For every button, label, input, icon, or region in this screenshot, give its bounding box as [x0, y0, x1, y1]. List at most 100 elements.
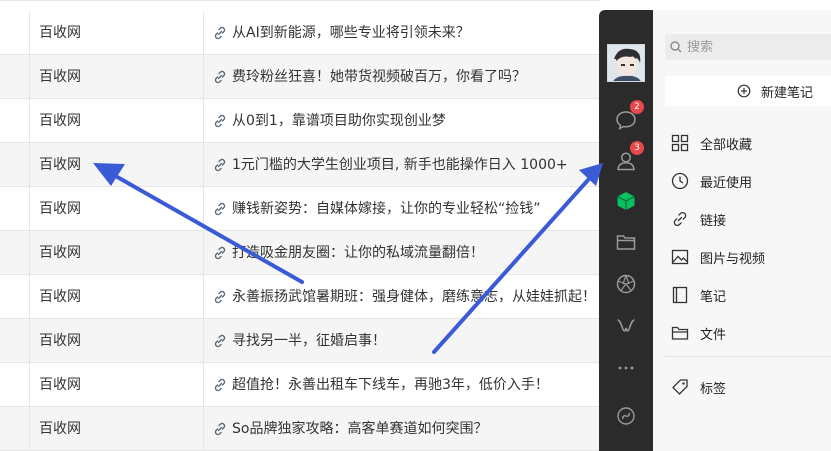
row-title-link[interactable]: 打造吸金朋友圈：让你的私域流量翻倍！	[232, 231, 484, 275]
nav-media[interactable]: 图片与视频	[670, 245, 765, 269]
search-box[interactable]	[665, 34, 831, 60]
table-row[interactable]: 百收网 从0到1，靠谱项目助你实现创业梦	[0, 99, 600, 143]
table-row[interactable]: 百收网 永善振扬武馆暑期班：强身健体，磨练意志，从娃娃抓起！	[0, 275, 600, 319]
column-divider	[203, 99, 204, 142]
avatar[interactable]	[607, 44, 645, 82]
row-source: 百收网	[39, 333, 81, 349]
row-source: 百收网	[39, 69, 81, 85]
row-title[interactable]: 打造吸金朋友圈：让你的私域流量翻倍！	[212, 231, 484, 275]
plus-circle-icon	[737, 84, 751, 98]
row-title-link[interactable]: 费玲粉丝狂喜！她带货视频破百万，你看了吗？	[232, 55, 526, 99]
unread-badge: 3	[630, 141, 644, 155]
table-row[interactable]: 百收网 费玲粉丝狂喜！她带货视频破百万，你看了吗？	[0, 55, 600, 99]
column-divider	[203, 55, 204, 98]
row-title[interactable]: 超值抢！永善出租车下线车，再驰3年，低价入手！	[212, 363, 549, 407]
nav-notes[interactable]: 笔记	[670, 283, 726, 307]
channels-button[interactable]	[612, 402, 640, 430]
tag-icon	[670, 377, 690, 397]
link-icon	[214, 334, 226, 348]
nav-files[interactable]: 文件	[670, 321, 726, 345]
row-source: 百收网	[39, 157, 81, 173]
column-divider	[29, 363, 30, 406]
row-title[interactable]: 赚钱新姿势：自媒体嫁接，让你的专业轻松“捡钱”	[212, 187, 541, 231]
column-divider	[203, 363, 204, 406]
row-source: 百收网	[39, 377, 81, 393]
column-divider	[29, 11, 30, 54]
row-title[interactable]: 从AI到新能源，哪些专业将引领未来？	[212, 11, 470, 55]
table-row[interactable]: 百收网 赚钱新姿势：自媒体嫁接，让你的专业轻松“捡钱”	[0, 187, 600, 231]
column-divider	[203, 187, 204, 230]
column-divider	[203, 143, 204, 186]
column-divider	[29, 319, 30, 362]
link-icon	[214, 158, 226, 172]
link-icon	[214, 246, 226, 260]
moments-button[interactable]	[612, 270, 640, 298]
link-icon	[214, 114, 226, 128]
contacts-button[interactable]: 3	[612, 141, 644, 175]
files-button[interactable]	[612, 228, 640, 256]
row-title-link[interactable]: 从0到1，靠谱项目助你实现创业梦	[232, 99, 446, 143]
table-row[interactable]: 百收网 打造吸金朋友圈：让你的私域流量翻倍！	[0, 231, 600, 275]
image-icon	[670, 247, 690, 267]
avatar-image	[608, 45, 644, 81]
table-row[interactable]: 百收网 从AI到新能源，哪些专业将引领未来？	[0, 11, 600, 55]
row-title[interactable]: 从0到1，靠谱项目助你实现创业梦	[212, 99, 446, 143]
nav-all-favorites[interactable]: 全部收藏	[670, 131, 752, 155]
nav-label: 全部收藏	[700, 137, 753, 153]
favorites-sidebar: 新建笔记 全部收藏 最近使用 链接 图片与视频 笔记 文件 标签	[653, 10, 831, 451]
nav-recent[interactable]: 最近使用	[670, 169, 752, 193]
row-title-link[interactable]: 赚钱新姿势：自媒体嫁接，让你的专业轻松“捡钱”	[232, 187, 541, 231]
link-icon	[214, 26, 226, 40]
nav-label: 最近使用	[700, 175, 753, 191]
row-title[interactable]: 寻找另一半，征婚启事！	[212, 319, 386, 363]
more-button[interactable]	[612, 354, 640, 382]
column-divider	[203, 407, 204, 450]
aperture-icon	[616, 274, 636, 294]
table-row[interactable]: 百收网 1元门槛的大学生创业项目, 新手也能操作日入 1000+	[0, 143, 600, 187]
link-icon	[214, 70, 226, 84]
row-title[interactable]: 永善振扬武馆暑期班：强身健体，磨练意志，从娃娃抓起！	[212, 275, 596, 319]
row-source: 百收网	[39, 25, 81, 41]
column-divider	[29, 55, 30, 98]
icon-rail: 2 3	[599, 10, 653, 451]
chat-button[interactable]: 2	[612, 100, 644, 134]
search-icon	[670, 41, 682, 53]
link-icon	[214, 422, 226, 436]
row-title[interactable]: 1元门槛的大学生创业项目, 新手也能操作日入 1000+	[212, 143, 568, 187]
column-divider	[203, 319, 204, 362]
row-title[interactable]: So品牌独家攻略：高客单赛道如何突围？	[212, 407, 487, 451]
row-title-link[interactable]: 从AI到新能源，哪些专业将引领未来？	[232, 11, 470, 55]
row-title-link[interactable]: 永善振扬武馆暑期班：强身健体，磨练意志，从娃娃抓起！	[232, 275, 596, 319]
nav-label: 链接	[700, 213, 727, 229]
channels-icon	[617, 407, 635, 425]
search-input[interactable]	[687, 39, 827, 55]
table-row[interactable]: 百收网 So品牌独家攻略：高客单赛道如何突围？	[0, 407, 600, 451]
link-icon	[214, 202, 226, 216]
row-title-link[interactable]: 1元门槛的大学生创业项目, 新手也能操作日入 1000+	[232, 143, 568, 187]
grid-icon	[670, 133, 690, 153]
mini-program-button[interactable]	[612, 312, 640, 340]
favorites-button[interactable]	[612, 187, 640, 215]
nav-label: 标签	[700, 381, 727, 397]
clock-icon	[670, 171, 690, 191]
row-source: 百收网	[39, 245, 81, 261]
row-title-link[interactable]: 寻找另一半，征婚启事！	[232, 319, 386, 363]
column-divider	[29, 99, 30, 142]
row-title[interactable]: 费玲粉丝狂喜！她带货视频破百万，你看了吗？	[212, 55, 526, 99]
row-source: 百收网	[39, 289, 81, 305]
row-title-link[interactable]: 超值抢！永善出租车下线车，再驰3年，低价入手！	[232, 363, 549, 407]
nav-links[interactable]: 链接	[670, 207, 726, 231]
nav-label: 文件	[700, 327, 727, 343]
table-row[interactable]: 百收网 寻找另一半，征婚启事！	[0, 319, 600, 363]
folder-icon	[616, 235, 636, 250]
table-row[interactable]: 百收网 超值抢！永善出租车下线车，再驰3年，低价入手！	[0, 363, 600, 407]
nav-tags[interactable]: 标签	[670, 375, 726, 399]
new-note-button[interactable]: 新建笔记	[665, 76, 831, 106]
link-icon	[214, 290, 226, 304]
favorites-table: 百收网 从AI到新能源，哪些专业将引领未来？ 百收网 费玲粉丝狂喜！她带货视频破…	[0, 0, 600, 451]
column-divider	[203, 231, 204, 274]
link-icon	[214, 378, 226, 392]
more-icon	[618, 366, 634, 370]
link-icon	[670, 209, 690, 229]
row-title-link[interactable]: So品牌独家攻略：高客单赛道如何突围？	[232, 407, 487, 451]
